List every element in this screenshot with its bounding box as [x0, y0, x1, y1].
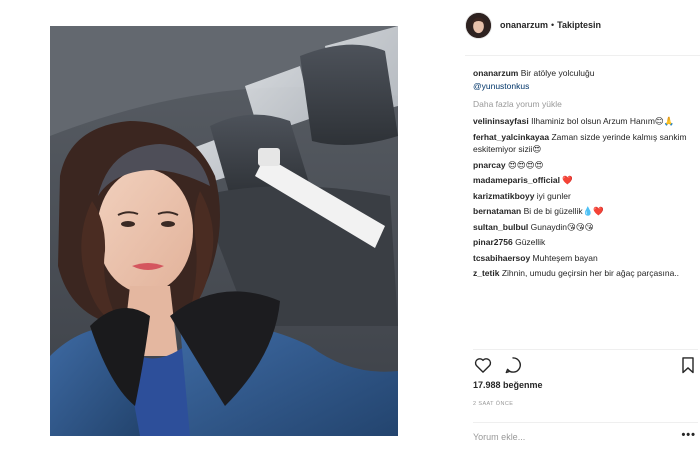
post-sidebar: onanarzum • Takiptesin onanarzum Bir atö…: [465, 0, 700, 450]
comment-text: ❤️: [562, 175, 573, 185]
avatar[interactable]: [465, 11, 492, 39]
comment-text: Zihnin, umudu geçirsin her bir ağaç parç…: [501, 268, 680, 278]
comment-username[interactable]: pinar2756: [473, 237, 513, 247]
comment-username[interactable]: ferhat_yalcinkayaa: [473, 132, 549, 142]
more-options-button[interactable]: •••: [681, 430, 696, 441]
instagram-post: onanarzum • Takiptesin onanarzum Bir atö…: [0, 0, 700, 450]
comment-item: velininsayfasi Ilhaminiz bol olsun Arzum…: [473, 115, 698, 128]
like-count[interactable]: 17.988 beğenme: [473, 380, 543, 390]
actions-divider: [473, 349, 698, 350]
comment-text: 😍😍😍😍: [507, 159, 544, 170]
bookmark-icon[interactable]: [678, 355, 698, 375]
comment-text: Bi de bi güzellik💧❤️: [523, 206, 604, 216]
comment-text: iyi gunler: [536, 190, 571, 201]
avatar-image: [466, 12, 491, 38]
separator-dot: •: [551, 20, 555, 30]
comment-item: pinar2756 Güzellik: [473, 236, 698, 249]
post-timestamp: 2 SAAT ÖNCE: [473, 401, 514, 407]
comment-text: Muhteşem bayan: [532, 252, 598, 263]
comment-text: Güzellik: [515, 237, 546, 247]
post-photo[interactable]: [50, 26, 398, 436]
comment-list: velininsayfasi Ilhaminiz bol olsun Arzum…: [473, 115, 698, 280]
post-actions: [473, 355, 698, 377]
input-divider: [473, 422, 698, 423]
comment-item: z_tetik Zihnin, umudu geçirsin her bir a…: [473, 267, 698, 280]
comment-item: ferhat_yalcinkayaa Zaman sizde yerinde k…: [473, 131, 698, 156]
load-more-comments-link[interactable]: Daha fazla yorum yükle: [473, 99, 698, 109]
comment-item: sultan_bulbul Gunaydin😘😘😘: [473, 221, 698, 234]
selfie-in-car-image: [50, 26, 398, 436]
comment-username[interactable]: madameparis_official: [473, 175, 560, 185]
comment-item: bernataman Bi de bi güzellik💧❤️: [473, 205, 698, 218]
comment-username[interactable]: bernataman: [473, 206, 521, 216]
comment-text: Gunaydin😘😘😘: [530, 221, 594, 232]
comment-item: madameparis_official ❤️: [473, 174, 698, 187]
comment-text: Ilhaminiz bol olsun Arzum Hanım😊🙏: [531, 116, 675, 126]
heart-outline-icon[interactable]: [473, 355, 493, 375]
comment-item: tcsabihaersoy Muhteşem bayan: [473, 252, 698, 265]
following-status[interactable]: Takiptesin: [557, 20, 601, 30]
post-caption: onanarzum Bir atölye yolculuğu @yunuston…: [473, 67, 698, 93]
caption-username[interactable]: onanarzum: [473, 68, 518, 78]
comment-username[interactable]: z_tetik: [473, 268, 499, 278]
add-comment-input[interactable]: [473, 428, 673, 446]
comment-item: karizmatikboyy iyi gunler: [473, 190, 698, 203]
comment-username[interactable]: tcsabihaersoy: [473, 253, 530, 263]
caption-text: Bir atölye yolculuğu: [520, 68, 595, 78]
owner-username[interactable]: onanarzum: [500, 20, 548, 30]
post-header: onanarzum • Takiptesin: [465, 8, 700, 42]
comment-username[interactable]: velininsayfasi: [473, 116, 529, 126]
comment-username[interactable]: pnarcay: [473, 160, 506, 170]
comment-item: pnarcay 😍😍😍😍: [473, 159, 698, 172]
speech-bubble-icon[interactable]: [503, 355, 523, 375]
header-divider: [465, 55, 700, 56]
caption-mention[interactable]: @yunustonkus: [473, 80, 698, 93]
comment-username[interactable]: sultan_bulbul: [473, 222, 528, 232]
comment-username[interactable]: karizmatikboyy: [473, 191, 534, 201]
comments-section: onanarzum Bir atölye yolculuğu @yunuston…: [473, 67, 698, 280]
